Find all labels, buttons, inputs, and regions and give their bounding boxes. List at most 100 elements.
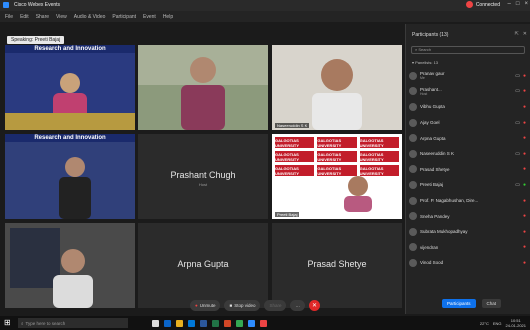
language-indicator[interactable]: ENG: [493, 321, 502, 326]
participant-name: Ajay Goel: [420, 120, 440, 126]
search-icon: ⌕: [21, 320, 24, 326]
participant-search-input[interactable]: ⌕ Search: [411, 46, 525, 54]
video-tile-arpna[interactable]: Arpna Gupta: [138, 223, 268, 308]
logo-background: GALGOTIAS UNIVERSITY GALGOTIAS UNIVERSIT…: [272, 134, 402, 219]
participant-row[interactable]: Vibhu Gupta ●: [409, 99, 528, 115]
participant-name: Prasad Shetye: [307, 259, 367, 269]
participant-row[interactable]: vijendran ●: [409, 240, 528, 256]
video-tile-banner[interactable]: Research and Innovation: [5, 45, 135, 130]
menu-view[interactable]: View: [56, 14, 67, 20]
chrome-icon[interactable]: [236, 319, 243, 327]
title-bar: Cisco Webex Events Connected – □ ×: [0, 0, 530, 11]
avatar: [409, 71, 417, 80]
avatar: [409, 165, 417, 174]
taskbar-search-input[interactable]: ⌕ Type here to search: [18, 318, 128, 328]
stop-video-button[interactable]: ■ Stop video: [224, 300, 261, 311]
excel-icon[interactable]: [212, 319, 219, 327]
minimize-button[interactable]: –: [508, 1, 511, 7]
mic-muted-icon: ●: [522, 135, 526, 142]
menu-share[interactable]: Share: [36, 14, 49, 20]
video-tile-prashant[interactable]: Prashant Chugh Host: [138, 134, 268, 219]
mic-muted-icon: ●: [522, 72, 526, 79]
windows-start-icon[interactable]: ⊞: [4, 318, 14, 328]
chat-button[interactable]: Chat: [481, 299, 502, 308]
mic-muted-icon: ●: [522, 88, 526, 95]
participant-role: Host: [420, 91, 428, 96]
participant-list: Pranav gaur Me ▭ ● Prashant... Host ▭ ● Vibh…: [409, 68, 528, 271]
close-button[interactable]: ×: [524, 1, 528, 7]
video-tile-prasad[interactable]: Prasad Shetye: [272, 223, 402, 308]
avatar: [409, 149, 417, 158]
mic-muted-icon: ●: [522, 244, 526, 251]
word-icon[interactable]: [200, 319, 207, 327]
maximize-button[interactable]: □: [516, 1, 520, 7]
stop-video-label: Stop video: [234, 303, 256, 308]
participant-name: Naseeruddin S K: [420, 151, 455, 157]
avatar: [409, 243, 417, 252]
participant-row[interactable]: Ajay Goel ▭ ●: [409, 115, 528, 131]
webex-icon[interactable]: [248, 319, 255, 327]
participant-row[interactable]: Prashant... Host ▭ ●: [409, 84, 528, 100]
participant-row[interactable]: Prof. P. Nagabhushan, Dire... ●: [409, 193, 528, 209]
video-tile-banner-2[interactable]: Research and Innovation: [5, 134, 135, 219]
unmute-label: Unmute: [199, 303, 216, 308]
participant-video: [5, 223, 135, 308]
galgotias-logo: GALGOTIAS UNIVERSITY: [317, 151, 357, 162]
menu-audio-video[interactable]: Audio & Video: [74, 14, 106, 20]
menu-file[interactable]: File: [5, 14, 13, 20]
system-tray: 22°C ENG 10:51 24-01-2021: [480, 318, 526, 328]
edge-icon[interactable]: [164, 319, 171, 327]
search-placeholder: Search: [418, 47, 432, 52]
menu-event[interactable]: Event: [143, 14, 156, 20]
task-view-icon[interactable]: [152, 319, 159, 327]
mic-muted-icon: ●: [522, 197, 526, 204]
mic-muted-icon: ●: [522, 119, 526, 126]
app-title-area: Cisco Webex Events: [3, 2, 60, 8]
avatar: [409, 180, 417, 189]
menu-help[interactable]: Help: [163, 14, 173, 20]
participant-name: Prof. P. Nagabhushan, Dire...: [420, 198, 479, 204]
participant-row[interactable]: Arpna Gupta ●: [409, 130, 528, 146]
video-tile-2[interactable]: [138, 45, 268, 130]
powerpoint-icon[interactable]: [224, 319, 231, 327]
video-tile-preeti[interactable]: GALGOTIAS UNIVERSITY GALGOTIAS UNIVERSIT…: [272, 134, 402, 219]
mic-muted-icon: ●: [522, 150, 526, 157]
meeting-controls: ● Unmute ■ Stop video Share … ✕: [190, 300, 320, 311]
clock[interactable]: 10:51 24-01-2021: [506, 318, 526, 328]
panel-close-icon[interactable]: ✕: [523, 31, 527, 37]
participants-button[interactable]: Participants: [442, 299, 476, 308]
participant-row[interactable]: Naseeruddin S K ▭ ●: [409, 146, 528, 162]
participant-row[interactable]: Vinod Sood ●: [409, 255, 528, 271]
panelists-group-header[interactable]: ▾ Panelists: 13: [412, 60, 438, 65]
menu-participant[interactable]: Participant: [112, 14, 136, 20]
more-button[interactable]: …: [290, 300, 305, 311]
avatar: [409, 134, 417, 143]
avatar: [409, 196, 417, 205]
video-tile-presenter[interactable]: [5, 223, 135, 308]
mic-muted-icon: ●: [522, 259, 526, 266]
date: 24-01-2021: [505, 323, 526, 328]
avatar: [409, 118, 417, 127]
store-icon[interactable]: [188, 319, 195, 327]
share-button[interactable]: Share: [264, 300, 287, 311]
participant-row[interactable]: Pranav gaur Me ▭ ●: [409, 68, 528, 84]
participant-row[interactable]: Prasad Shetye ●: [409, 162, 528, 178]
participant-row[interactable]: Subrata Mukhopadhyay ●: [409, 224, 528, 240]
mic-on-icon: ●: [522, 181, 526, 188]
app-icon[interactable]: [260, 319, 267, 327]
galgotias-logo: GALGOTIAS UNIVERSITY: [275, 165, 315, 176]
connection-status[interactable]: Connected: [465, 1, 500, 8]
popout-icon[interactable]: ⇱: [515, 31, 519, 37]
end-call-button[interactable]: ✕: [308, 300, 320, 311]
participant-video: [138, 45, 268, 130]
participant-row[interactable]: Preeti Bajaj ▭ ●: [409, 177, 528, 193]
file-explorer-icon[interactable]: [176, 319, 183, 327]
menu-edit[interactable]: Edit: [20, 14, 29, 20]
participant-row[interactable]: Sneha Pandey ●: [409, 208, 528, 224]
video-tile-3[interactable]: Naseeruddin S K: [272, 45, 402, 130]
galgotias-logo: GALGOTIAS UNIVERSITY: [359, 137, 399, 148]
connection-label: Connected: [475, 1, 500, 8]
unmute-button[interactable]: ● Unmute: [190, 300, 221, 311]
camera-icon: ▭: [515, 72, 520, 79]
weather-temp[interactable]: 22°C: [480, 321, 489, 326]
